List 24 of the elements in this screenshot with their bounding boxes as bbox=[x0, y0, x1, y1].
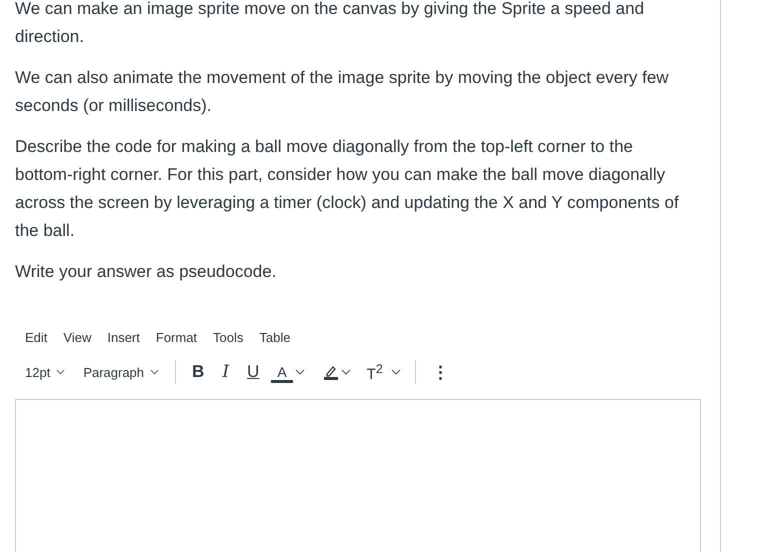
font-size-dropdown[interactable]: 12pt bbox=[19, 360, 72, 384]
paragraph: We can make an image sprite move on the canvas by giving the Sprite a speed and direction. bbox=[15, 0, 646, 48]
chevron-icon bbox=[56, 369, 66, 375]
more-button[interactable]: ⋮ bbox=[426, 360, 455, 384]
bold-button[interactable]: B bbox=[186, 360, 210, 384]
menu-item[interactable]: Tools bbox=[207, 326, 250, 349]
paragraph: We can also animate the movement of the image sprite by moving the object every few seconds (or milliseconds). bbox=[15, 67, 670, 117]
underline-button[interactable]: U bbox=[241, 360, 266, 384]
chevron-icon bbox=[150, 369, 160, 375]
menu-item[interactable]: View bbox=[57, 326, 98, 349]
highlighter-icon[interactable] bbox=[322, 364, 339, 380]
paragraph: Describe the code for making a ball move diagonally from the top-left corner to the bottom-right corner. For this part, consider how you can make the ball move diagonally across the screen by leveraging a timer (clock) and updating the X and Y components of the ball. bbox=[15, 136, 680, 242]
menu-item[interactable]: Table bbox=[253, 326, 296, 349]
chevron-icon[interactable] bbox=[390, 369, 401, 375]
menu-item[interactable]: Format bbox=[150, 326, 204, 349]
menu-item[interactable]: Insert bbox=[101, 326, 146, 349]
text-color-button[interactable]: A bbox=[271, 362, 293, 382]
chevron-icon[interactable] bbox=[340, 369, 351, 375]
chevron-icon[interactable] bbox=[294, 369, 305, 375]
block-format-dropdown[interactable]: Paragraph bbox=[77, 360, 166, 384]
italic-button[interactable]: I bbox=[216, 360, 236, 384]
superscript-button[interactable]: T$^{2}$ bbox=[360, 360, 389, 384]
paragraph: Write your answer as pseudocode. bbox=[15, 261, 278, 283]
menu-item[interactable]: Edit bbox=[19, 326, 54, 349]
